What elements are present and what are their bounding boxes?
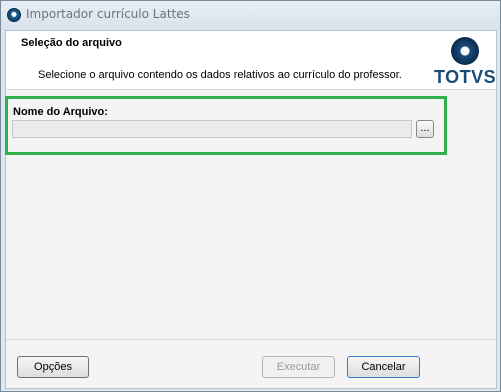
totvs-logo-text: TOTVS — [434, 67, 497, 87]
totvs-logo-icon — [451, 37, 479, 65]
execute-button-label: Executar — [276, 361, 321, 373]
cancel-button[interactable]: Cancelar — [347, 356, 420, 378]
header-divider — [6, 89, 496, 90]
wizard-header: Seleção do arquivo Selecione o arquivo c… — [6, 31, 496, 89]
title-bar[interactable]: Importador currículo Lattes — [1, 1, 500, 30]
footer-divider — [6, 339, 496, 340]
totvs-logo: TOTVS — [434, 37, 497, 93]
window-title: Importador currículo Lattes — [26, 7, 190, 21]
section-description: Selecione o arquivo contendo os dados re… — [38, 69, 402, 81]
file-name-label: Nome do Arquivo: — [13, 106, 108, 118]
options-button-label: Opções — [34, 361, 72, 373]
cancel-button-label: Cancelar — [361, 361, 406, 373]
file-name-input[interactable] — [12, 120, 412, 138]
section-title: Seleção do arquivo — [21, 37, 122, 49]
browse-button[interactable]: ... — [416, 120, 434, 138]
app-icon — [7, 8, 21, 22]
dialog-window: Importador currículo Lattes Seleção do a… — [0, 0, 501, 392]
options-button[interactable]: Opções — [17, 356, 89, 378]
execute-button[interactable]: Executar — [262, 356, 335, 378]
dialog-body: Seleção do arquivo Selecione o arquivo c… — [5, 30, 497, 389]
